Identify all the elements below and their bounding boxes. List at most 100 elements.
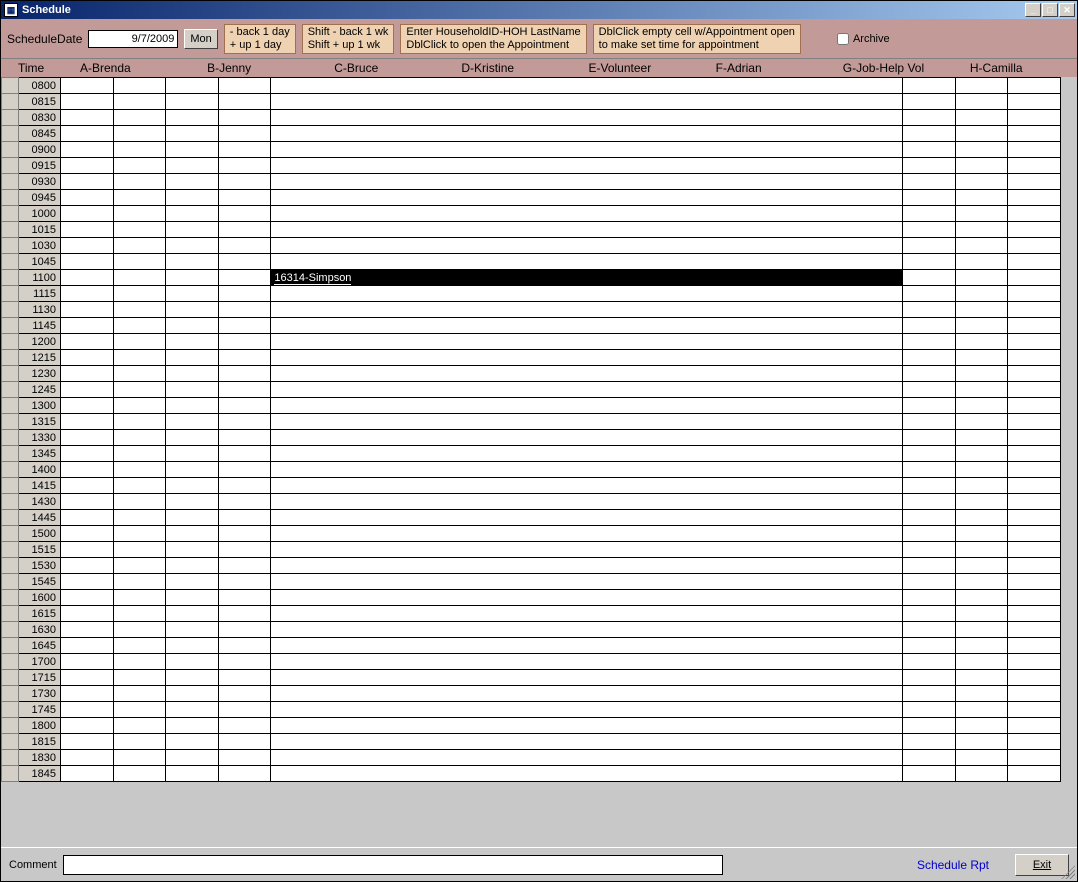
schedule-cell[interactable] xyxy=(113,94,166,110)
schedule-cell[interactable] xyxy=(271,734,903,750)
schedule-cell[interactable] xyxy=(903,558,956,574)
schedule-cell[interactable] xyxy=(955,494,1008,510)
schedule-cell[interactable] xyxy=(61,750,114,766)
schedule-cell[interactable] xyxy=(166,222,219,238)
schedule-cell[interactable] xyxy=(1008,766,1061,782)
schedule-cell[interactable] xyxy=(218,414,271,430)
schedule-cell[interactable] xyxy=(113,574,166,590)
schedule-cell[interactable] xyxy=(271,286,903,302)
row-selector[interactable] xyxy=(2,590,19,606)
schedule-cell[interactable] xyxy=(903,638,956,654)
row-selector[interactable] xyxy=(2,702,19,718)
schedule-cell[interactable] xyxy=(218,174,271,190)
schedule-cell[interactable] xyxy=(955,78,1008,94)
schedule-cell[interactable] xyxy=(166,414,219,430)
schedule-cell[interactable] xyxy=(271,302,903,318)
schedule-cell[interactable] xyxy=(271,494,903,510)
schedule-cell[interactable] xyxy=(271,350,903,366)
schedule-cell[interactable] xyxy=(955,478,1008,494)
row-selector[interactable] xyxy=(2,318,19,334)
schedule-cell[interactable] xyxy=(955,734,1008,750)
schedule-cell[interactable] xyxy=(113,110,166,126)
schedule-cell[interactable] xyxy=(271,750,903,766)
schedule-cell[interactable] xyxy=(955,430,1008,446)
schedule-cell[interactable] xyxy=(955,110,1008,126)
schedule-cell[interactable] xyxy=(955,654,1008,670)
schedule-cell[interactable] xyxy=(218,462,271,478)
schedule-cell[interactable] xyxy=(113,254,166,270)
row-selector[interactable] xyxy=(2,606,19,622)
schedule-cell[interactable] xyxy=(61,334,114,350)
schedule-cell[interactable] xyxy=(166,206,219,222)
schedule-cell[interactable] xyxy=(903,654,956,670)
schedule-cell[interactable] xyxy=(1008,254,1061,270)
schedule-cell[interactable] xyxy=(218,190,271,206)
schedule-cell[interactable] xyxy=(61,382,114,398)
row-selector[interactable] xyxy=(2,350,19,366)
schedule-cell[interactable] xyxy=(61,286,114,302)
schedule-cell[interactable] xyxy=(903,238,956,254)
schedule-cell[interactable] xyxy=(218,686,271,702)
schedule-cell[interactable] xyxy=(903,462,956,478)
schedule-cell[interactable] xyxy=(61,526,114,542)
schedule-cell[interactable] xyxy=(218,670,271,686)
schedule-cell[interactable] xyxy=(61,302,114,318)
schedule-cell[interactable] xyxy=(218,238,271,254)
schedule-cell[interactable] xyxy=(113,590,166,606)
row-selector[interactable] xyxy=(2,574,19,590)
schedule-cell[interactable] xyxy=(113,398,166,414)
schedule-cell[interactable] xyxy=(903,222,956,238)
row-selector[interactable] xyxy=(2,510,19,526)
schedule-cell[interactable] xyxy=(271,478,903,494)
schedule-cell[interactable] xyxy=(218,446,271,462)
row-selector[interactable] xyxy=(2,638,19,654)
schedule-cell[interactable] xyxy=(61,350,114,366)
row-selector[interactable] xyxy=(2,766,19,782)
schedule-cell[interactable] xyxy=(166,478,219,494)
schedule-cell[interactable] xyxy=(218,766,271,782)
schedule-cell[interactable] xyxy=(903,206,956,222)
schedule-cell[interactable] xyxy=(271,606,903,622)
schedule-cell[interactable] xyxy=(166,574,219,590)
schedule-cell[interactable] xyxy=(166,366,219,382)
schedule-cell[interactable] xyxy=(113,638,166,654)
schedule-cell[interactable] xyxy=(113,158,166,174)
schedule-cell[interactable] xyxy=(955,254,1008,270)
schedule-cell[interactable] xyxy=(113,670,166,686)
schedule-cell[interactable] xyxy=(903,622,956,638)
schedule-cell[interactable] xyxy=(903,254,956,270)
schedule-cell[interactable] xyxy=(955,718,1008,734)
schedule-cell[interactable] xyxy=(903,526,956,542)
schedule-cell[interactable] xyxy=(271,718,903,734)
schedule-cell[interactable] xyxy=(903,78,956,94)
schedule-cell[interactable] xyxy=(955,126,1008,142)
schedule-cell[interactable] xyxy=(61,222,114,238)
schedule-cell[interactable] xyxy=(955,750,1008,766)
schedule-cell[interactable] xyxy=(903,734,956,750)
resize-grip-icon[interactable] xyxy=(1061,865,1075,879)
schedule-cell[interactable] xyxy=(271,334,903,350)
schedule-report-link[interactable]: Schedule Rpt xyxy=(917,858,1009,872)
schedule-cell[interactable] xyxy=(271,414,903,430)
close-button[interactable]: ✕ xyxy=(1059,3,1075,17)
schedule-cell[interactable] xyxy=(1008,366,1061,382)
row-selector[interactable] xyxy=(2,190,19,206)
schedule-cell[interactable] xyxy=(1008,190,1061,206)
schedule-cell[interactable] xyxy=(166,126,219,142)
schedule-cell[interactable] xyxy=(903,190,956,206)
schedule-cell[interactable] xyxy=(218,750,271,766)
schedule-cell[interactable] xyxy=(61,590,114,606)
schedule-cell[interactable] xyxy=(113,286,166,302)
schedule-cell[interactable] xyxy=(61,702,114,718)
schedule-cell[interactable] xyxy=(166,558,219,574)
schedule-cell[interactable] xyxy=(271,638,903,654)
row-selector[interactable] xyxy=(2,110,19,126)
schedule-cell[interactable] xyxy=(113,462,166,478)
schedule-cell[interactable] xyxy=(61,94,114,110)
schedule-cell[interactable] xyxy=(166,382,219,398)
maximize-button[interactable]: □ xyxy=(1042,3,1058,17)
schedule-cell[interactable] xyxy=(61,238,114,254)
schedule-cell[interactable] xyxy=(903,126,956,142)
schedule-cell[interactable] xyxy=(1008,622,1061,638)
schedule-cell[interactable] xyxy=(903,158,956,174)
